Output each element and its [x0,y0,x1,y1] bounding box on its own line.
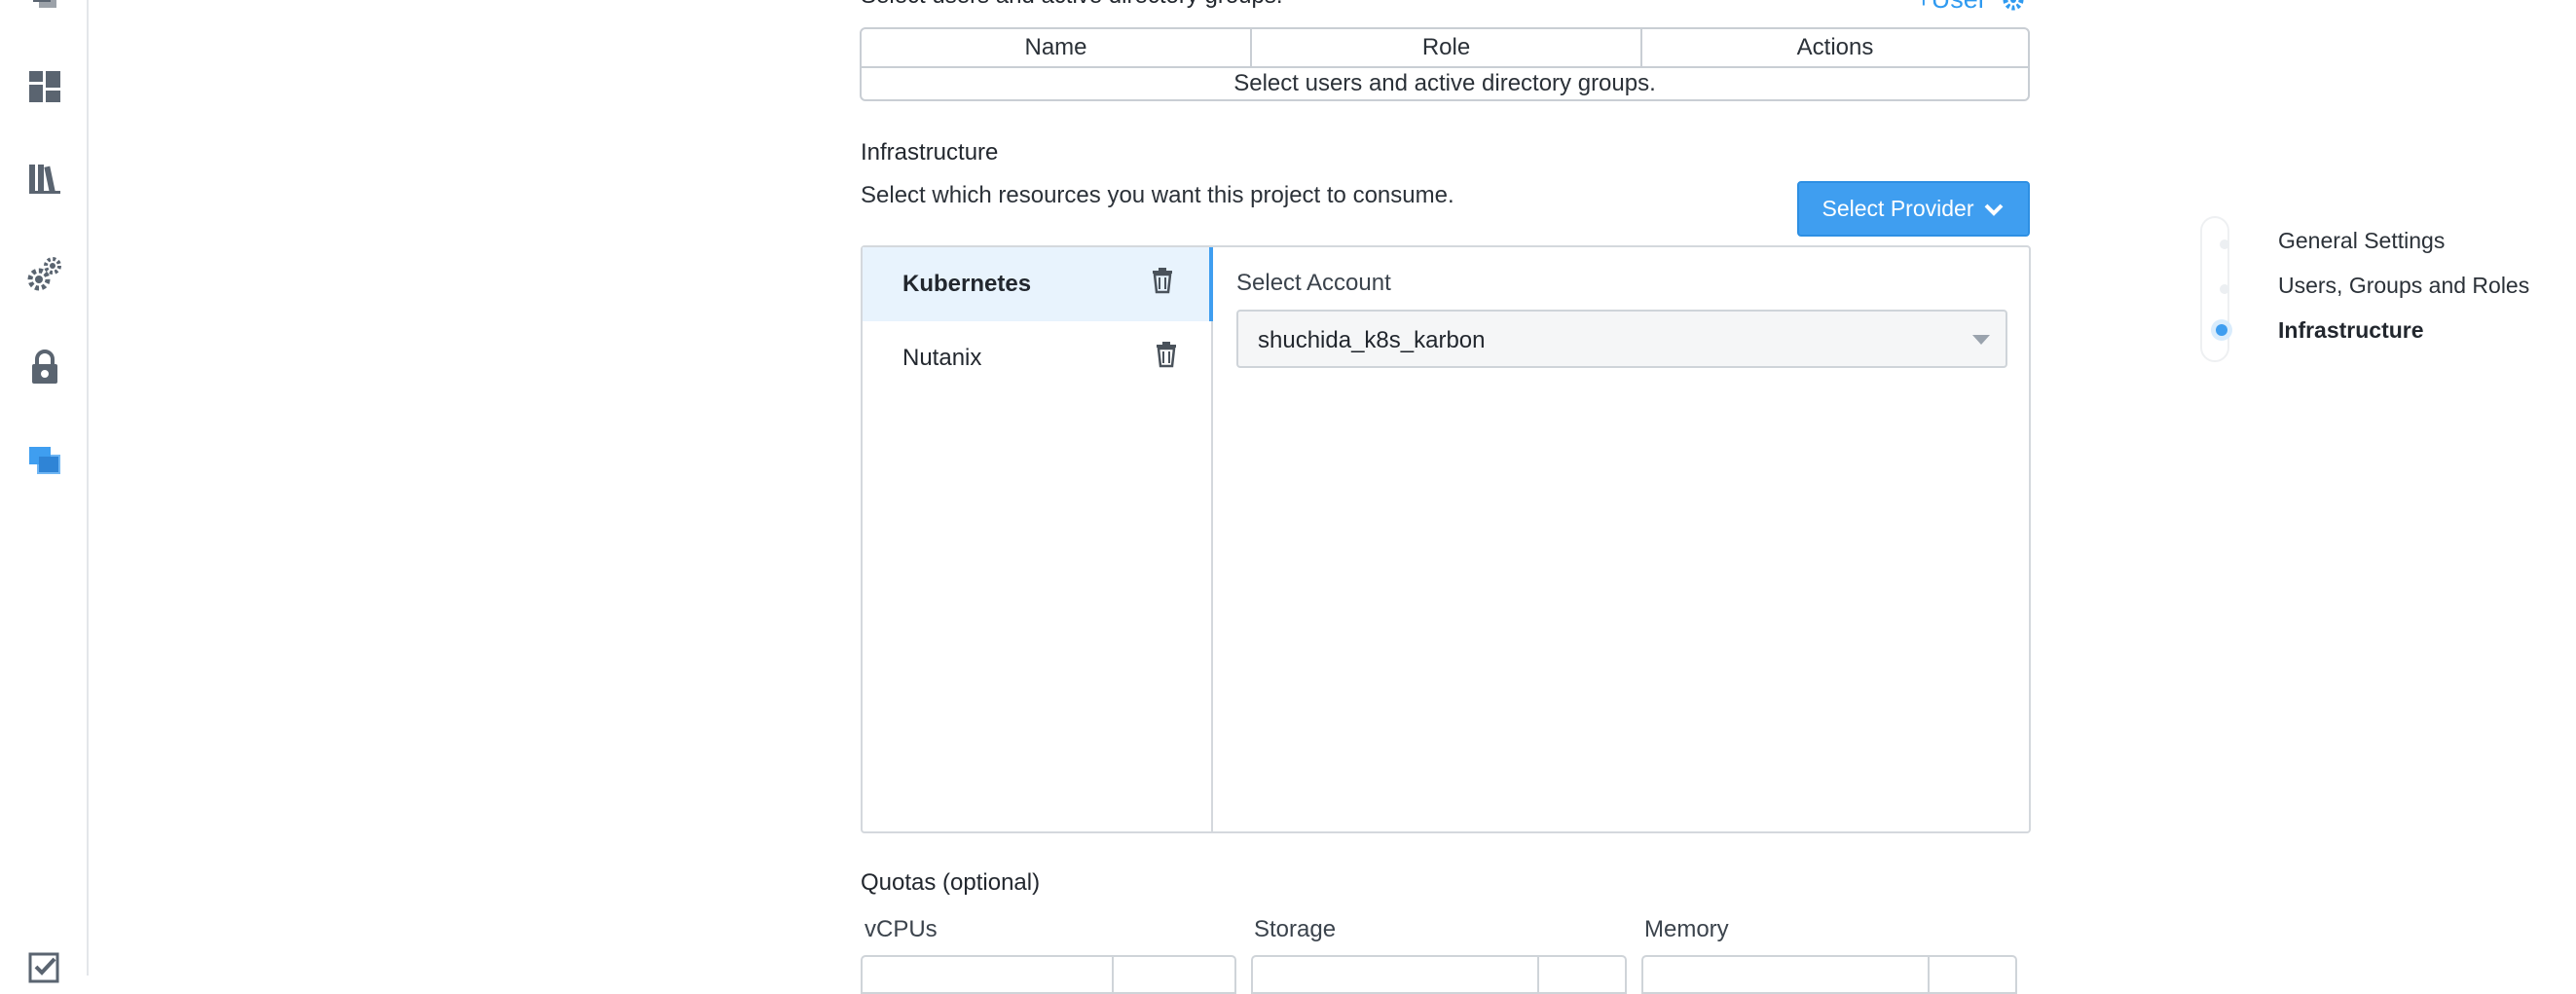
projects-icon[interactable] [25,441,64,480]
step-infrastructure[interactable]: Infrastructure [2278,317,2424,344]
settings-gears-icon[interactable] [25,255,64,294]
provider-item-nutanix[interactable]: Nutanix [863,321,1213,395]
quota-label-storage: Storage [1254,916,1337,942]
quotas-title: Quotas (optional) [861,869,1041,896]
storage-unit-select[interactable] [1539,955,1627,994]
provider-list: Kubernetes Nutanix [863,247,1213,831]
column-header-role: Role [1252,29,1642,66]
account-select-value: shuchida_k8s_karbon [1258,327,1486,353]
users-table: Name Role Actions Select users and activ… [860,27,2030,101]
trash-icon[interactable] [1151,267,1174,294]
caret-down-icon [1972,335,1990,345]
provider-name: Kubernetes [902,271,1032,297]
infrastructure-description: Select which resources you want this pro… [861,182,1454,208]
select-account-label: Select Account [1236,270,1391,296]
step-dot-infrastructure[interactable] [2216,324,2227,336]
add-user-link[interactable]: +User [1916,0,1987,15]
memory-input[interactable] [1641,955,1930,994]
infrastructure-title: Infrastructure [861,139,999,166]
step-users-groups-roles[interactable]: Users, Groups and Roles [2278,273,2529,299]
dashboard-icon[interactable] [25,67,64,106]
memory-unit-select[interactable] [1930,955,2017,994]
chevron-down-icon [1985,203,2004,216]
quota-label-memory: Memory [1644,916,1729,942]
step-general-settings[interactable]: General Settings [2278,228,2445,254]
account-select[interactable]: shuchida_k8s_karbon [1236,310,2007,368]
users-intro-text: Select users and active directory groups… [861,0,1283,10]
provider-name: Nutanix [902,345,982,371]
step-dot-users-groups-roles[interactable] [2220,284,2229,294]
trash-icon[interactable] [1155,341,1178,368]
library-icon[interactable] [25,159,64,198]
vcpus-unit [1114,955,1236,994]
gear-icon[interactable] [2000,0,2027,14]
column-header-name: Name [862,29,1252,66]
column-header-actions: Actions [1796,34,1874,60]
quota-label-vcpus: vCPUs [865,916,938,942]
checklist-icon[interactable] [25,949,64,988]
vcpus-input[interactable] [861,955,1114,994]
table-empty-message: Select users and active directory groups… [1233,70,1656,96]
select-provider-button[interactable]: Select Provider [1797,181,2030,237]
lock-gear-icon[interactable] [25,349,64,387]
left-sidebar [0,0,89,983]
step-dot-general-settings[interactable] [2220,239,2229,249]
select-provider-label: Select Provider [1822,196,1974,221]
storage-input[interactable] [1251,955,1539,994]
table-header: Name Role Actions [862,29,2028,68]
provider-item-kubernetes[interactable]: Kubernetes [863,247,1213,321]
projects-top-icon[interactable] [25,0,64,19]
